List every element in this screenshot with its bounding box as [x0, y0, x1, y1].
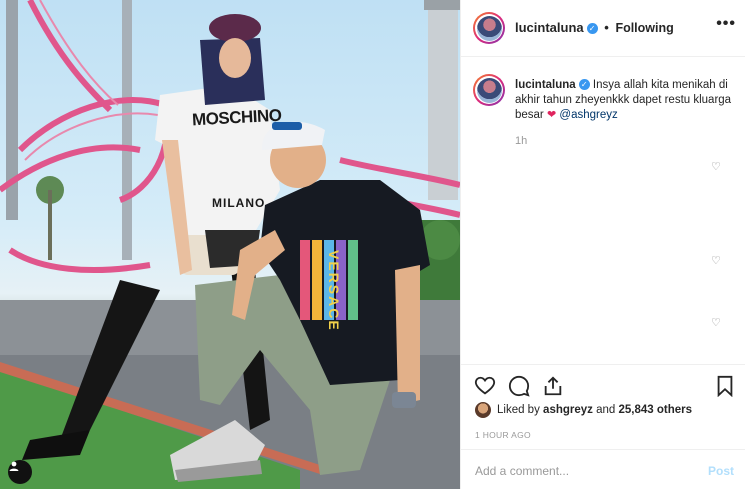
likes-count[interactable]: 25,843 others — [619, 404, 693, 416]
following-button[interactable]: Following — [615, 21, 673, 35]
header-user-line: lucintaluna ✓ • Following — [515, 20, 674, 35]
comment-like-heart-icon[interactable]: ♡ — [711, 254, 721, 267]
share-icon[interactable] — [542, 375, 564, 397]
comment-like-heart-icon[interactable]: ♡ — [711, 316, 721, 329]
caption-avatar[interactable] — [473, 74, 505, 106]
bookmark-save-icon[interactable] — [714, 375, 736, 397]
caption-timestamp: 1h — [515, 135, 528, 147]
post-side-panel: lucintaluna ✓ • Following ••• lucintaluna… — [460, 0, 745, 489]
caption-username[interactable]: lucintaluna — [515, 79, 576, 91]
post-comment-button[interactable]: Post — [708, 464, 734, 478]
action-bar — [461, 364, 745, 397]
shirt-text-milano: MILANO — [212, 196, 266, 210]
post-caption: lucintaluna ✓ Insya allah kita menikah di… — [515, 78, 735, 123]
caption-mention-link[interactable]: @ashgreyz — [559, 109, 617, 121]
comment-bubble-icon[interactable] — [508, 375, 530, 397]
instagram-post-modal: MOSCHINO MILANO VERSACE lucintaluna ✓ • F… — [0, 0, 745, 489]
likes-prefix: Liked by — [497, 404, 540, 416]
likes-summary: Liked by ashgreyz and 25,843 others — [475, 402, 692, 418]
liker-username[interactable]: ashgreyz — [543, 404, 593, 416]
liker-avatar[interactable] — [475, 402, 491, 418]
shirt-text-versace: VERSACE — [326, 250, 342, 332]
add-comment-bar: Add a comment... Post — [461, 449, 745, 490]
red-heart-emoji: ❤ — [546, 109, 557, 121]
photo-scene — [0, 0, 460, 489]
more-options-icon[interactable]: ••• — [716, 15, 736, 33]
tagged-users-icon[interactable] — [8, 460, 32, 484]
comment-like-heart-icon[interactable]: ♡ — [711, 160, 721, 173]
likes-and: and — [596, 404, 616, 416]
verified-badge-icon: ✓ — [586, 23, 598, 35]
like-heart-icon[interactable] — [474, 375, 496, 397]
separator-dot: • — [604, 20, 609, 35]
post-time-ago: 1 HOUR AGO — [475, 430, 531, 440]
caption-verified-icon: ✓ — [578, 79, 590, 91]
post-photo[interactable]: MOSCHINO MILANO VERSACE — [0, 0, 460, 489]
header-username[interactable]: lucintaluna — [515, 20, 584, 35]
post-header: lucintaluna ✓ • Following ••• — [461, 0, 745, 57]
profile-avatar[interactable] — [473, 12, 505, 44]
comment-input[interactable]: Add a comment... — [475, 464, 569, 478]
